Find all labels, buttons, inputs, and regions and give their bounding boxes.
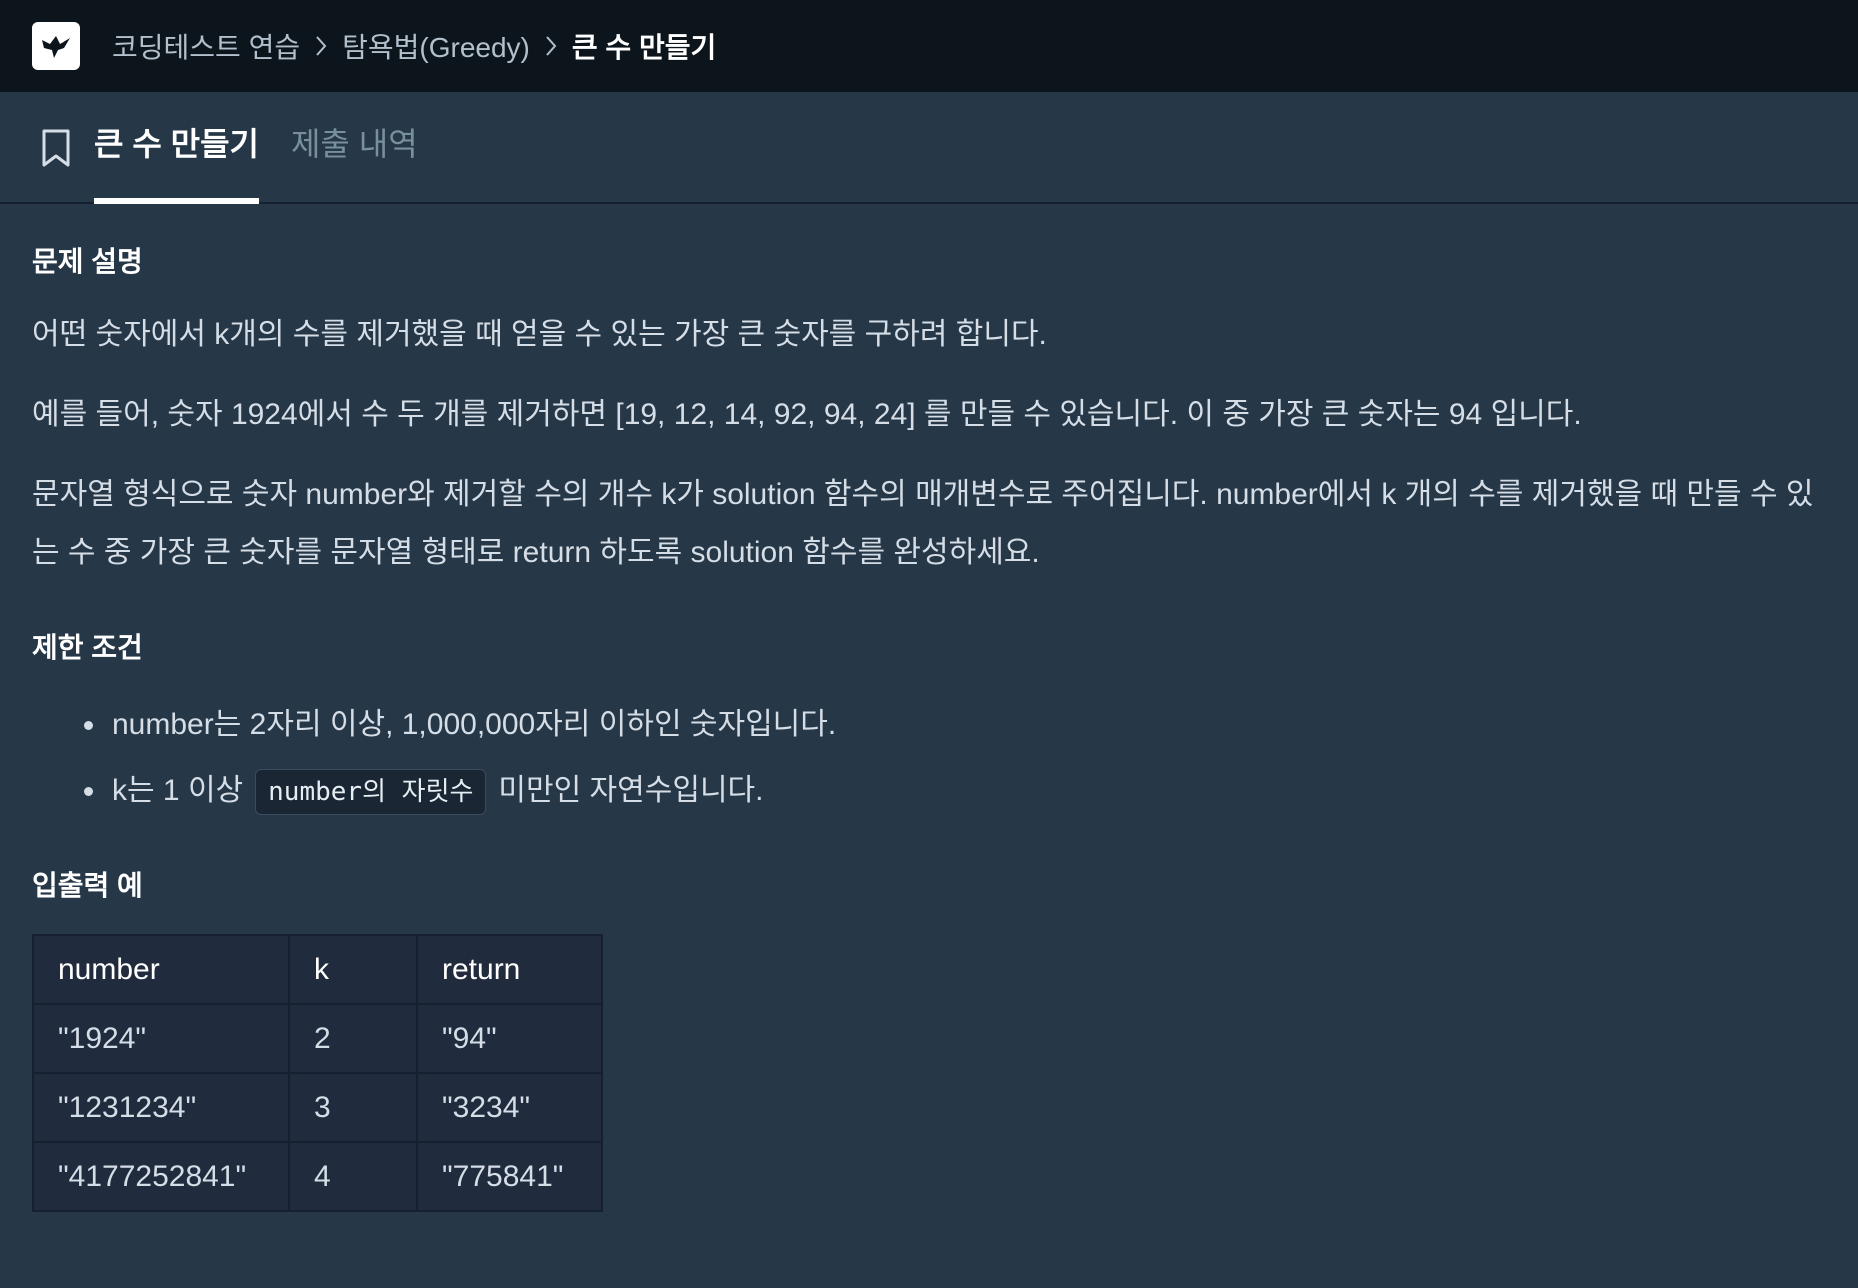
description-title: 문제 설명: [32, 246, 143, 277]
breadcrumb-current: 큰 수 만들기: [571, 32, 717, 63]
chevron-right-icon: [314, 34, 328, 58]
constraint-text: 미만인 자연수입니다.: [498, 774, 764, 807]
table-header: return: [416, 934, 603, 1005]
table-cell: 4: [288, 1141, 418, 1212]
table-cell: 3: [288, 1072, 418, 1143]
io-example-table: number k return "1924" 2 "94" "1231234" …: [32, 934, 603, 1212]
constraint-text: number는 2자리 이상, 1,000,000자리 이하인 숫자입니다.: [112, 708, 837, 741]
inline-code: number의 자릿수: [255, 769, 487, 816]
description-paragraph: 예를 들어, 숫자 1924에서 수 두 개를 제거하면 [19, 12, 14…: [32, 398, 1582, 431]
description-paragraph: 문자열 형식으로 숫자 number와 제거할 수의 개수 k가 solutio…: [32, 478, 1814, 569]
table-header: k: [288, 934, 418, 1005]
constraints-list: number는 2자리 이상, 1,000,000자리 이하인 숫자입니다. k…: [32, 692, 1822, 824]
description-paragraph: 어떤 숫자에서 k개의 수를 제거했을 때 얻을 수 있는 가장 큰 숫자를 구…: [32, 318, 1047, 351]
table-header: number: [32, 934, 290, 1005]
constraint-text: k는 1 이상: [112, 774, 244, 807]
top-nav-bar: 코딩테스트 연습 탐욕법(Greedy) 큰 수 만들기: [0, 0, 1858, 92]
table-row: "1924" 2 "94": [32, 1003, 603, 1074]
bullet-icon: [84, 721, 93, 730]
table-cell: "94": [416, 1003, 603, 1074]
breadcrumb-item-coding-test[interactable]: 코딩테스트 연습: [112, 26, 300, 66]
tab-bar: 큰 수 만들기 제출 내역: [0, 92, 1858, 204]
bookmark-icon[interactable]: [40, 128, 72, 168]
table-cell: "4177252841": [32, 1141, 290, 1212]
table-cell: 2: [288, 1003, 418, 1074]
table-cell: "775841": [416, 1141, 603, 1212]
problem-content: 문제 설명 어떤 숫자에서 k개의 수를 제거했을 때 얻을 수 있는 가장 큰…: [32, 204, 1822, 1212]
tab-submissions[interactable]: 제출 내역: [291, 90, 418, 202]
breadcrumb-item-greedy[interactable]: 탐욕법(Greedy): [342, 26, 530, 66]
chevron-right-icon: [544, 34, 558, 58]
table-row: "1231234" 3 "3234": [32, 1072, 603, 1143]
logo-icon[interactable]: [32, 22, 80, 70]
table-cell: "1924": [32, 1003, 290, 1074]
table-cell: "1231234": [32, 1072, 290, 1143]
examples-title: 입출력 예: [32, 870, 143, 901]
list-item: k는 1 이상 number의 자릿수 미만인 자연수입니다.: [32, 758, 1822, 824]
table-header-row: number k return: [32, 934, 603, 1005]
table-cell: "3234": [416, 1072, 603, 1143]
list-item: number는 2자리 이상, 1,000,000자리 이하인 숫자입니다.: [32, 692, 1822, 758]
tab-problem[interactable]: 큰 수 만들기: [94, 90, 259, 204]
table-row: "4177252841" 4 "775841": [32, 1141, 603, 1212]
bullet-icon: [84, 787, 93, 796]
constraints-title: 제한 조건: [32, 632, 143, 663]
breadcrumb: 코딩테스트 연습 탐욕법(Greedy) 큰 수 만들기: [112, 26, 716, 66]
